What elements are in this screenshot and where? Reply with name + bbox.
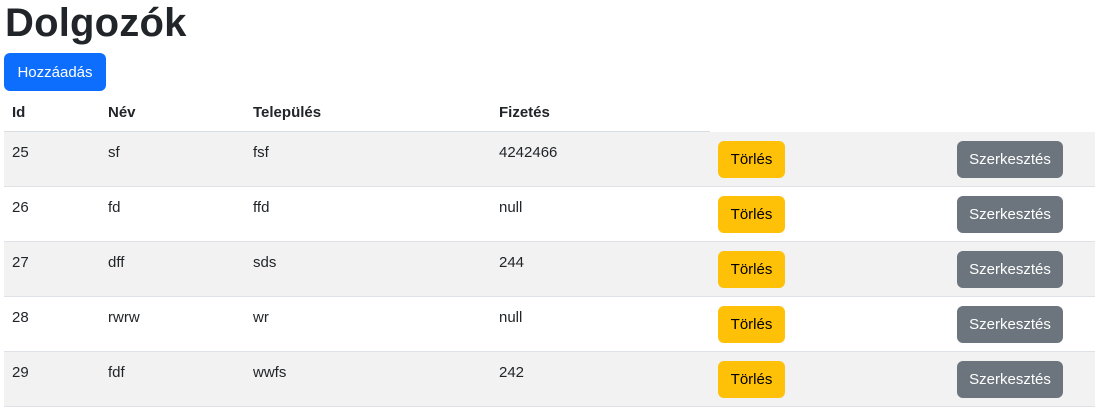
cell-nev: fd — [100, 186, 245, 242]
cell-edit: Szerkesztés — [949, 351, 1095, 407]
cell-telepules: wwfs — [245, 351, 491, 407]
cell-id-text: 28 — [12, 309, 29, 326]
edit-button[interactable]: Szerkesztés — [957, 305, 1063, 343]
cell-telepules-text: wr — [253, 309, 269, 326]
add-button[interactable]: Hozzáadás — [4, 53, 106, 91]
cell-delete: Törlés — [710, 131, 949, 187]
cell-fizetes: 244 — [491, 241, 710, 297]
cell-id: 29 — [4, 351, 100, 407]
cell-telepules: ffd — [245, 186, 491, 242]
cell-telepules-text: fsf — [253, 144, 269, 161]
column-header-nev: Név — [100, 94, 245, 132]
cell-nev-text: sf — [108, 144, 120, 161]
cell-nev-text: fd — [108, 199, 121, 216]
cell-fizetes-text: null — [499, 199, 523, 216]
edit-button[interactable]: Szerkesztés — [957, 140, 1063, 178]
table-row: 27 dff sds 244 Törlés Szerkesztés — [4, 241, 1095, 297]
cell-fizetes: null — [491, 296, 710, 352]
header-row: Id Név Település Fizetés — [4, 94, 1095, 132]
cell-nev-text: rwrw — [108, 309, 140, 326]
cell-edit: Szerkesztés — [949, 241, 1095, 297]
edit-button[interactable]: Szerkesztés — [957, 360, 1063, 398]
cell-fizetes-text: 4242466 — [499, 144, 558, 161]
cell-fizetes-text: null — [499, 309, 523, 326]
column-header-delete — [710, 94, 949, 132]
cell-delete: Törlés — [710, 296, 949, 352]
employees-table: Id Név Település Fizetés 25 sf fsf 42424… — [4, 94, 1095, 407]
cell-id-text: 26 — [12, 199, 29, 216]
cell-delete: Törlés — [710, 241, 949, 297]
table-header: Id Név Település Fizetés — [4, 94, 1095, 132]
cell-nev-text: fdf — [108, 364, 125, 381]
cell-id: 26 — [4, 186, 100, 242]
cell-telepules: sds — [245, 241, 491, 297]
cell-telepules-text: wwfs — [253, 364, 287, 381]
edit-button[interactable]: Szerkesztés — [957, 195, 1063, 233]
column-header-telepules: Település — [245, 94, 491, 132]
column-header-fizetes: Fizetés — [491, 94, 710, 132]
delete-button[interactable]: Törlés — [718, 305, 785, 343]
edit-button[interactable]: Szerkesztés — [957, 250, 1063, 288]
table-row: 25 sf fsf 4242466 Törlés Szerkesztés — [4, 131, 1095, 187]
cell-nev-text: dff — [108, 254, 125, 271]
delete-button[interactable]: Törlés — [718, 360, 785, 398]
cell-edit: Szerkesztés — [949, 131, 1095, 187]
cell-telepules-text: sds — [253, 254, 277, 271]
cell-edit: Szerkesztés — [949, 186, 1095, 242]
cell-telepules: fsf — [245, 131, 491, 187]
cell-fizetes: null — [491, 186, 710, 242]
page: Dolgozók Hozzáadás Id Név Település Fize… — [0, 0, 1095, 412]
cell-id: 25 — [4, 131, 100, 187]
cell-fizetes: 242 — [491, 351, 710, 407]
table-body: 25 sf fsf 4242466 Törlés Szerkesztés 26 … — [4, 131, 1095, 407]
cell-delete: Törlés — [710, 186, 949, 242]
cell-nev: rwrw — [100, 296, 245, 352]
cell-id: 28 — [4, 296, 100, 352]
cell-nev: dff — [100, 241, 245, 297]
cell-edit: Szerkesztés — [949, 296, 1095, 352]
table-row: 26 fd ffd null Törlés Szerkesztés — [4, 186, 1095, 242]
cell-fizetes-text: 244 — [499, 254, 525, 271]
cell-id-text: 25 — [12, 144, 29, 161]
cell-nev: fdf — [100, 351, 245, 407]
cell-id-text: 29 — [12, 364, 29, 381]
delete-button[interactable]: Törlés — [718, 250, 785, 288]
table-row: 28 rwrw wr null Törlés Szerkesztés — [4, 296, 1095, 352]
page-title: Dolgozók — [5, 1, 187, 45]
cell-delete: Törlés — [710, 351, 949, 407]
cell-fizetes-text: 242 — [499, 364, 525, 381]
cell-nev: sf — [100, 131, 245, 187]
cell-fizetes: 4242466 — [491, 131, 710, 187]
delete-button[interactable]: Törlés — [718, 195, 785, 233]
table-row: 29 fdf wwfs 242 Törlés Szerkesztés — [4, 351, 1095, 407]
column-header-edit — [949, 94, 1095, 132]
cell-id: 27 — [4, 241, 100, 297]
cell-telepules-text: ffd — [253, 199, 270, 216]
cell-telepules: wr — [245, 296, 491, 352]
delete-button[interactable]: Törlés — [718, 140, 785, 178]
cell-id-text: 27 — [12, 254, 29, 271]
column-header-id: Id — [4, 94, 100, 132]
